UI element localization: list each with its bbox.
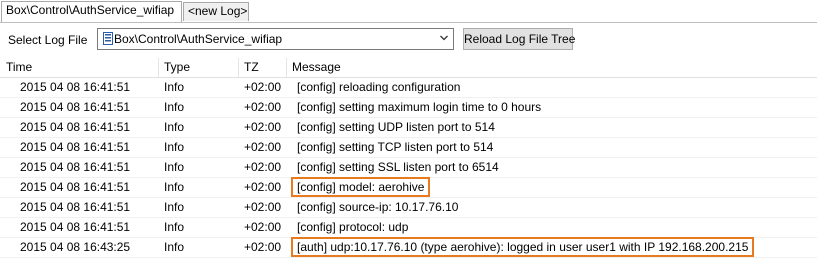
row-message: [config] source-ip: 10.17.76.10: [297, 198, 817, 217]
column-header-type[interactable]: Type: [160, 58, 238, 77]
row-time: 2015 04 08 16:41:51: [20, 80, 131, 94]
row-message: [config] reloading configuration: [297, 78, 817, 97]
row-tz: +02:00: [244, 160, 282, 174]
row-tz: +02:00: [244, 80, 282, 94]
table-row[interactable]: 2015 04 08 16:41:51 Info +02:00 [config] re…: [0, 78, 817, 98]
row-type: Info: [164, 100, 185, 114]
row-time: 2015 04 08 16:41:51: [20, 200, 131, 214]
row-message: [config] model: aerohive: [291, 177, 817, 197]
table-row[interactable]: 2015 04 08 16:41:51 Info +02:00 [config] mo…: [0, 177, 817, 198]
row-message: [config] setting TCP listen port to 514: [297, 138, 817, 157]
tab-bar: Box\Control\AuthService_wifiap <new Log>: [0, 0, 817, 23]
row-tz: +02:00: [244, 120, 282, 134]
row-time: 2015 04 08 16:41:51: [20, 100, 131, 114]
column-divider[interactable]: [158, 58, 159, 77]
row-message-text: [config] setting maximum login time to 0…: [297, 100, 542, 114]
row-message: [config] setting maximum login time to 0…: [297, 98, 817, 117]
row-type: Info: [164, 80, 185, 94]
row-tz: +02:00: [244, 140, 282, 154]
row-message-text: [config] setting UDP listen port to 514: [297, 120, 495, 134]
table-row[interactable]: 2015 04 08 16:41:51 Info +02:00 [config] se…: [0, 98, 817, 118]
table-row[interactable]: 2015 04 08 16:43:25 Info +02:00 [auth] udp:…: [0, 237, 817, 258]
table-row[interactable]: 2015 04 08 16:41:51 Info +02:00 [config] se…: [0, 118, 817, 138]
row-time: 2015 04 08 16:43:25: [20, 240, 131, 254]
row-message-text: [config] reloading configuration: [297, 80, 461, 94]
row-type: Info: [164, 180, 185, 194]
row-message: [config] setting SSL listen port to 6514: [297, 158, 817, 177]
log-file-combo-value: Box\Control\AuthService_wifiap: [114, 32, 283, 46]
chevron-down-icon[interactable]: [439, 33, 449, 43]
row-tz: +02:00: [244, 180, 282, 194]
row-tz: +02:00: [244, 220, 282, 234]
file-icon: [103, 32, 113, 45]
row-type: Info: [164, 200, 185, 214]
column-divider[interactable]: [238, 58, 239, 77]
log-table: Time Type TZ Message 2015 04 08 16:41:51…: [0, 58, 817, 258]
row-message-text: [config] model: aerohive: [297, 180, 425, 194]
row-time: 2015 04 08 16:41:51: [20, 160, 131, 174]
table-body: 2015 04 08 16:41:51 Info +02:00 [config] re…: [0, 78, 817, 258]
row-message: [auth] udp:10.17.76.10 (type aerohive): …: [291, 237, 817, 257]
table-row[interactable]: 2015 04 08 16:41:51 Info +02:00 [config] pr…: [0, 218, 817, 238]
row-tz: +02:00: [244, 200, 282, 214]
reload-log-file-tree-button[interactable]: Reload Log File Tree: [463, 28, 575, 50]
row-tz: +02:00: [244, 100, 282, 114]
tab-authservice-wifiap[interactable]: Box\Control\AuthService_wifiap: [1, 1, 182, 22]
column-header-message[interactable]: Message: [288, 58, 817, 77]
row-message: [config] setting UDP listen port to 514: [297, 118, 817, 137]
row-time: 2015 04 08 16:41:51: [20, 180, 131, 194]
row-time: 2015 04 08 16:41:51: [20, 220, 131, 234]
row-type: Info: [164, 160, 185, 174]
row-type: Info: [164, 120, 185, 134]
tab-new-log[interactable]: <new Log>: [183, 2, 249, 21]
row-time: 2015 04 08 16:41:51: [20, 120, 131, 134]
row-tz: +02:00: [244, 240, 282, 254]
table-row[interactable]: 2015 04 08 16:41:51 Info +02:00 [config] so…: [0, 198, 817, 218]
row-message-text: [config] setting TCP listen port to 514: [297, 140, 494, 154]
toolbar: Select Log File Box\Control\AuthService_…: [0, 23, 817, 57]
row-message-text: [config] source-ip: 10.17.76.10: [297, 200, 459, 214]
row-message-text: [config] setting SSL listen port to 6514: [297, 160, 499, 174]
column-header-tz[interactable]: TZ: [240, 58, 286, 77]
row-type: Info: [164, 220, 185, 234]
table-row[interactable]: 2015 04 08 16:41:51 Info +02:00 [config] se…: [0, 138, 817, 158]
column-divider[interactable]: [286, 58, 287, 77]
row-time: 2015 04 08 16:41:51: [20, 140, 131, 154]
column-header-time[interactable]: Time: [2, 58, 160, 77]
row-type: Info: [164, 240, 185, 254]
row-message-text: [config] protocol: udp: [297, 220, 409, 234]
table-row[interactable]: 2015 04 08 16:41:51 Info +02:00 [config] se…: [0, 158, 817, 178]
row-message: [config] protocol: udp: [297, 218, 817, 237]
log-file-combo[interactable]: Box\Control\AuthService_wifiap: [97, 28, 454, 50]
row-type: Info: [164, 140, 185, 154]
row-message-text: [auth] udp:10.17.76.10 (type aerohive): …: [297, 240, 749, 254]
select-log-file-label: Select Log File: [8, 33, 88, 47]
table-header: Time Type TZ Message: [0, 58, 817, 78]
